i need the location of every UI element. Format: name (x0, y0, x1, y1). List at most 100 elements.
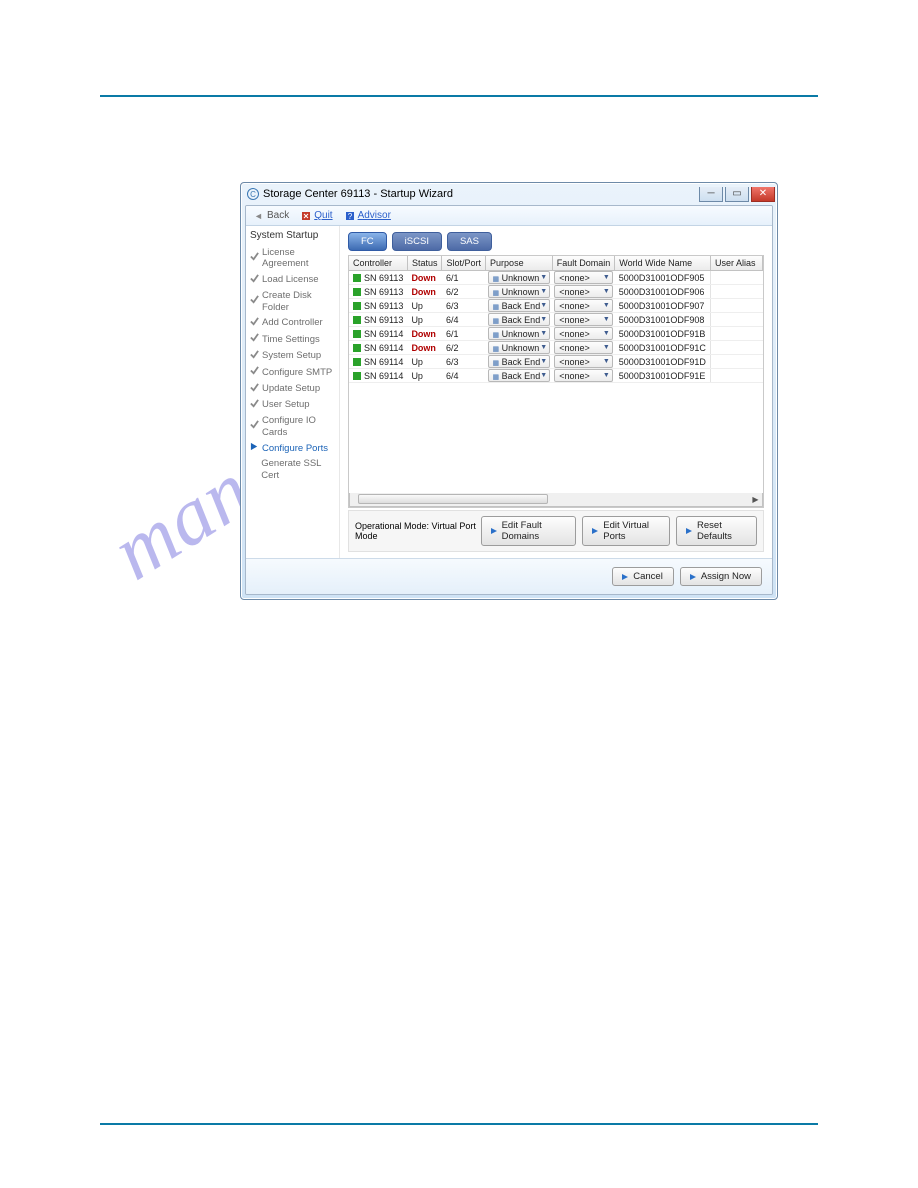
edit-virtual-ports-button[interactable]: Edit Virtual Ports (582, 516, 670, 546)
tab-sas[interactable]: SAS (447, 232, 492, 251)
alias-cell[interactable] (711, 355, 763, 369)
quit-icon (301, 211, 311, 221)
sidebar-item-add-controller[interactable]: Add Controller (250, 315, 335, 331)
scroll-right-arrow[interactable]: ▶ (749, 493, 762, 505)
col-purpose[interactable]: Purpose (486, 256, 553, 271)
faultdomain-dropdown[interactable]: <none>▼ (554, 299, 613, 312)
alias-cell[interactable] (711, 327, 763, 341)
wwn-value: 5000D31001ODF905 (615, 271, 711, 285)
advisor-link[interactable]: Advisor (358, 210, 391, 221)
faultdomain-dropdown[interactable]: <none>▼ (554, 271, 613, 284)
sidebar-item-configure-smtp[interactable]: Configure SMTP (250, 364, 335, 380)
sidebar-item-license-agreement[interactable]: License Agreement (250, 245, 335, 272)
faultdomain-dropdown[interactable]: <none>▼ (554, 285, 613, 298)
alias-cell[interactable] (711, 313, 763, 327)
advisor-icon: ? (345, 211, 355, 221)
faultdomain-dropdown[interactable]: <none>▼ (554, 327, 613, 340)
table-row[interactable]: SN 69114Up6/4▦ Back End▼<none>▼5000D3100… (349, 369, 763, 383)
col-slotport[interactable]: Slot/Port (442, 256, 486, 271)
table-row[interactable]: SN 69114Up6/3▦ Back End▼<none>▼5000D3100… (349, 355, 763, 369)
check-icon (250, 383, 259, 395)
faultdomain-dropdown[interactable]: <none>▼ (554, 341, 613, 354)
table-row[interactable]: SN 69113Down6/1▦ Unknown▼<none>▼5000D310… (349, 271, 763, 285)
quit-link[interactable]: Quit (314, 210, 332, 221)
faultdomain-dropdown[interactable]: <none>▼ (554, 369, 613, 382)
chevron-down-icon: ▼ (540, 372, 547, 379)
purpose-dropdown[interactable]: ▦ Back End▼ (488, 369, 551, 382)
table-row[interactable]: SN 69113Up6/3▦ Back End▼<none>▼5000D3100… (349, 299, 763, 313)
cancel-button[interactable]: Cancel (612, 567, 674, 586)
status-value: Down (407, 341, 442, 355)
quit-button[interactable]: Quit (301, 210, 332, 221)
purpose-dropdown[interactable]: ▦ Back End▼ (488, 313, 551, 326)
table-row[interactable]: SN 69114 Down6/2▦ Unknown▼<none>▼5000D310… (349, 341, 763, 355)
col-controller[interactable]: Controller (349, 256, 407, 271)
purpose-dropdown[interactable]: ▦ Unknown▼ (488, 341, 551, 354)
purpose-dropdown[interactable]: ▦ Unknown▼ (488, 327, 551, 340)
faultdomain-dropdown[interactable]: <none>▼ (554, 355, 613, 368)
col-alias[interactable]: User Alias (711, 256, 763, 271)
controller-label: SN 69114 (364, 357, 403, 367)
app-window: C Storage Center 69113 - Startup Wizard … (240, 182, 778, 600)
chevron-down-icon: ▼ (603, 316, 610, 323)
purpose-dropdown[interactable]: ▦ Back End▼ (488, 355, 551, 368)
scrollbar-thumb[interactable] (358, 494, 548, 504)
sidebar-item-label: Update Setup (262, 383, 320, 394)
col-faultdomain[interactable]: Fault Domain (552, 256, 615, 271)
cancel-label: Cancel (633, 571, 663, 582)
purpose-dropdown[interactable]: ▦ Unknown▼ (488, 285, 551, 298)
table-row[interactable]: SN 69113Up6/4▦ Back End▼<none>▼5000D3100… (349, 313, 763, 327)
sidebar-item-system-setup[interactable]: System Setup (250, 348, 335, 364)
alias-cell[interactable] (711, 299, 763, 313)
sidebar-item-generate-ssl-cert[interactable]: Generate SSL Cert (250, 456, 335, 483)
maximize-button[interactable]: ▭ (725, 187, 749, 202)
play-icon (689, 573, 697, 581)
wwn-value: 5000D31001ODF91E (615, 369, 711, 383)
assign-now-button[interactable]: Assign Now (680, 567, 762, 586)
sidebar-item-label: Load License (262, 274, 319, 285)
sidebar-item-load-license[interactable]: Load License (250, 272, 335, 288)
reset-defaults-button[interactable]: Reset Defaults (676, 516, 757, 546)
controller-label: SN 69114 (364, 329, 403, 339)
controller-label: SN 69114 (364, 343, 403, 353)
wwn-value: 5000D31001ODF908 (615, 313, 711, 327)
table-row[interactable]: SN 69113Down6/2▦ Unknown▼<none>▼5000D310… (349, 285, 763, 299)
controller-label: SN 69114 (364, 371, 403, 381)
alias-cell[interactable] (711, 271, 763, 285)
alias-cell[interactable] (711, 369, 763, 383)
sidebar-item-time-settings[interactable]: Time Settings (250, 331, 335, 347)
play-icon (621, 573, 629, 581)
app-icon: C (247, 188, 259, 200)
back-button[interactable]: Back (254, 210, 289, 221)
check-icon (250, 252, 259, 264)
close-button[interactable]: ✕ (751, 187, 775, 202)
alias-cell[interactable] (711, 341, 763, 355)
tab-fc[interactable]: FC (348, 232, 387, 251)
tab-iscsi[interactable]: iSCSI (392, 232, 442, 251)
alias-cell[interactable] (711, 285, 763, 299)
col-status[interactable]: Status (407, 256, 442, 271)
sidebar-item-configure-ports[interactable]: Configure Ports (250, 440, 335, 456)
purpose-dropdown[interactable]: ▦ Unknown▼ (488, 271, 551, 284)
sidebar-item-update-setup[interactable]: Update Setup (250, 381, 335, 397)
advisor-button[interactable]: ? Advisor (345, 210, 391, 221)
purpose-dropdown[interactable]: ▦ Back End▼ (488, 299, 551, 312)
slotport-value: 6/2 (442, 341, 486, 355)
wwn-value: 5000D31001ODF91C (615, 341, 711, 355)
chevron-down-icon: ▼ (540, 316, 547, 323)
minimize-button[interactable]: ─ (699, 187, 723, 202)
sidebar-item-configure-io-cards[interactable]: Configure IO Cards (250, 413, 335, 440)
horizontal-scrollbar[interactable]: ▶ (349, 493, 763, 507)
slotport-value: 6/1 (442, 271, 486, 285)
dropdown-left-icon: ▦ (493, 318, 500, 325)
status-value: Up (407, 355, 442, 369)
col-wwn[interactable]: World Wide Name (615, 256, 711, 271)
sidebar-item-create-disk-folder[interactable]: Create Disk Folder (250, 288, 335, 315)
chevron-down-icon: ▼ (540, 274, 547, 281)
edit-fault-domains-button[interactable]: Edit Fault Domains (481, 516, 577, 546)
faultdomain-dropdown[interactable]: <none>▼ (554, 313, 613, 326)
table-row[interactable]: SN 69114Down6/1▦ Unknown▼<none>▼5000D310… (349, 327, 763, 341)
toolbar: Back Quit ? Advisor (246, 206, 772, 226)
sidebar-item-label: System Setup (262, 350, 321, 361)
sidebar-item-user-setup[interactable]: User Setup (250, 397, 335, 413)
